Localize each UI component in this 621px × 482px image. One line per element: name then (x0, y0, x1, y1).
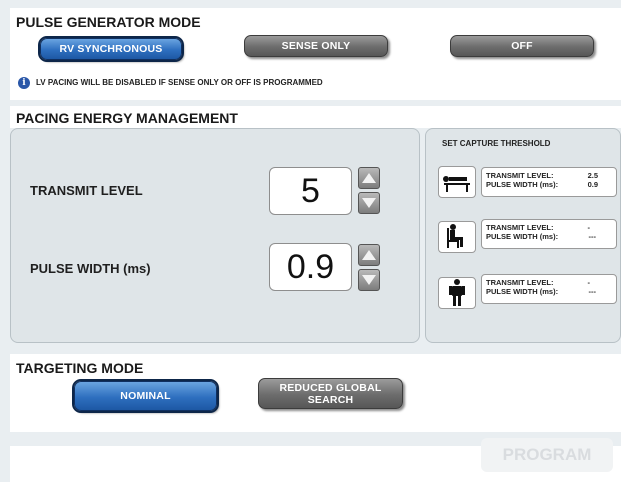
pulse-width-value[interactable]: 0.9 (269, 243, 352, 291)
lv-pacing-note: LV PACING WILL BE DISABLED IF SENSE ONLY… (36, 78, 323, 87)
program-button[interactable]: PROGRAM (481, 438, 613, 472)
card-transmit-value: - (587, 278, 591, 287)
card-transmit-label: TRANSMIT LEVEL: (486, 278, 554, 287)
card-pulse-value: --- (588, 287, 597, 296)
sense-only-button[interactable]: SENSE ONLY (244, 35, 388, 57)
reduced-global-search-button[interactable]: REDUCED GLOBAL SEARCH (258, 378, 403, 409)
arrow-down-icon (362, 198, 376, 208)
pulse-generator-title: PULSE GENERATOR MODE (16, 14, 201, 30)
energy-panel (10, 128, 420, 343)
off-button[interactable]: OFF (450, 35, 594, 57)
info-icon: i (18, 77, 30, 89)
capture-card-sitting: TRANSMIT LEVEL: - PULSE WIDTH (ms): --- (481, 219, 617, 249)
card-pulse-value: --- (588, 232, 597, 241)
capture-card-lying: TRANSMIT LEVEL: 2.5 PULSE WIDTH (ms): 0.9 (481, 167, 617, 197)
card-pulse-label: PULSE WIDTH (ms): (486, 180, 559, 189)
card-pulse-value: 0.9 (587, 180, 598, 189)
transmit-up-button[interactable] (358, 167, 380, 189)
nominal-button[interactable]: NOMINAL (72, 379, 219, 413)
capture-threshold-title: SET CAPTURE THRESHOLD (442, 139, 551, 148)
transmit-level-label: TRANSMIT LEVEL (30, 183, 143, 198)
transmit-level-value[interactable]: 5 (269, 167, 352, 215)
targeting-title: TARGETING MODE (16, 360, 144, 376)
card-transmit-label: TRANSMIT LEVEL: (486, 171, 554, 180)
arrow-down-icon (362, 275, 376, 285)
pacing-energy-title: PACING ENERGY MANAGEMENT (16, 110, 238, 126)
card-transmit-label: TRANSMIT LEVEL: (486, 223, 554, 232)
sitting-person-button[interactable] (438, 221, 476, 253)
lying-person-icon (443, 176, 470, 192)
sitting-person-icon (447, 224, 463, 248)
pulse-width-label: PULSE WIDTH (ms) (30, 261, 151, 276)
capture-card-standing: TRANSMIT LEVEL: - PULSE WIDTH (ms): --- (481, 274, 617, 304)
card-transmit-value: - (587, 223, 591, 232)
card-transmit-value: 2.5 (587, 171, 598, 180)
pulse-width-down-button[interactable] (358, 269, 380, 291)
standing-person-icon (449, 279, 465, 306)
arrow-up-icon (362, 250, 376, 260)
card-pulse-label: PULSE WIDTH (ms): (486, 232, 559, 241)
transmit-down-button[interactable] (358, 192, 380, 214)
lying-person-button[interactable] (438, 166, 476, 198)
standing-person-button[interactable] (438, 277, 476, 309)
card-pulse-label: PULSE WIDTH (ms): (486, 287, 559, 296)
arrow-up-icon (362, 173, 376, 183)
rv-synchronous-button[interactable]: RV SYNCHRONOUS (38, 36, 184, 62)
pulse-width-up-button[interactable] (358, 244, 380, 266)
